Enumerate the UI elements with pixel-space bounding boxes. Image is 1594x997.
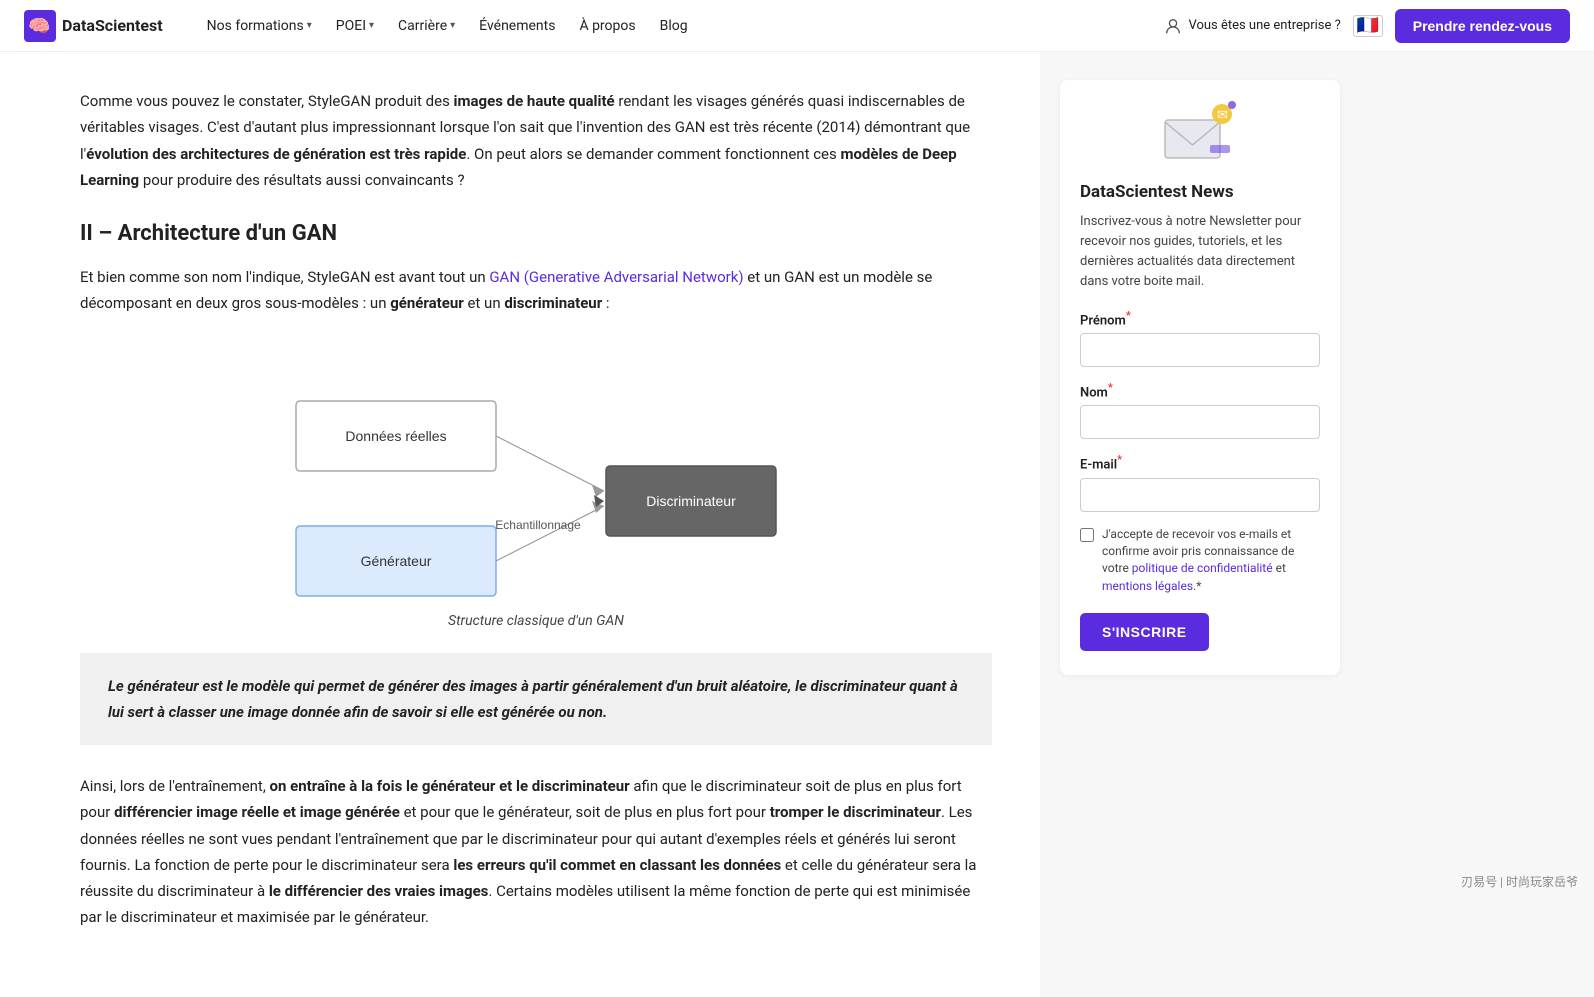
logo-icon: 🧠 bbox=[24, 10, 56, 42]
sidebar: ✉ DataScientest News Inscrivez-vous à no… bbox=[1040, 52, 1360, 997]
newsletter-desc: Inscrivez-vous à notre Newsletter pour r… bbox=[1080, 212, 1320, 293]
intro-paragraph: Comme vous pouvez le constater, StyleGAN… bbox=[80, 88, 992, 193]
content-area: Comme vous pouvez le constater, StyleGAN… bbox=[0, 52, 1594, 997]
cta-button[interactable]: Prendre rendez-vous bbox=[1395, 9, 1570, 43]
main-nav: Nos formations ▾ POEI ▾ Carrière ▾ Événe… bbox=[195, 0, 1165, 52]
logo-text: DataScientest bbox=[62, 16, 163, 35]
quote-block: Le générateur est le modèle qui permet d… bbox=[80, 653, 992, 746]
newsletter-title: DataScientest News bbox=[1080, 182, 1320, 202]
newsletter-icon-row: ✉ bbox=[1080, 100, 1320, 170]
prenom-input[interactable] bbox=[1080, 333, 1320, 367]
body-paragraph-1: Ainsi, lors de l'entraînement, on entraî… bbox=[80, 773, 992, 931]
consent-row: J'accepte de recevoir vos e-mails et con… bbox=[1080, 526, 1320, 596]
chevron-down-icon: ▾ bbox=[450, 20, 455, 31]
nav-carriere[interactable]: Carrière ▾ bbox=[386, 0, 467, 52]
newsletter-card: ✉ DataScientest News Inscrivez-vous à no… bbox=[1060, 80, 1340, 675]
svg-text:🧠: 🧠 bbox=[28, 16, 50, 36]
svg-text:✉: ✉ bbox=[1217, 107, 1228, 122]
diagram-svg: Données réelles Générateur Discriminateu… bbox=[266, 341, 806, 605]
navbar: 🧠 DataScientest Nos formations ▾ POEI ▾ … bbox=[0, 0, 1594, 52]
section-heading: II – Architecture d'un GAN bbox=[80, 221, 992, 246]
language-flag[interactable]: 🇫🇷 bbox=[1353, 15, 1383, 37]
prenom-label: Prénom* bbox=[1080, 309, 1320, 328]
nav-apropos[interactable]: À propos bbox=[567, 0, 647, 52]
nom-label: Nom* bbox=[1080, 381, 1320, 400]
page-wrapper: Comme vous pouvez le constater, StyleGAN… bbox=[0, 52, 1594, 997]
chevron-down-icon: ▾ bbox=[369, 20, 374, 31]
email-input[interactable] bbox=[1080, 478, 1320, 512]
diagram-caption: Structure classique d'un GAN bbox=[448, 613, 624, 629]
section-intro: Et bien comme son nom l'indique, StyleGA… bbox=[80, 264, 992, 317]
consent-checkbox[interactable] bbox=[1080, 528, 1094, 542]
nav-nos-formations[interactable]: Nos formations ▾ bbox=[195, 0, 324, 52]
chevron-down-icon: ▾ bbox=[307, 20, 312, 31]
gan-link[interactable]: GAN (Generative Adversarial Network) bbox=[489, 268, 743, 286]
subscribe-button[interactable]: S'INSCRIRE bbox=[1080, 613, 1209, 651]
enterprise-link[interactable]: Vous êtes une entreprise ? bbox=[1164, 17, 1340, 35]
navbar-right: Vous êtes une entreprise ? 🇫🇷 Prendre re… bbox=[1164, 9, 1570, 43]
email-label: E-mail* bbox=[1080, 453, 1320, 472]
svg-text:Données réelles: Données réelles bbox=[345, 428, 446, 444]
svg-text:Echantillonnage: Echantillonnage bbox=[495, 518, 581, 532]
nom-input[interactable] bbox=[1080, 405, 1320, 439]
svg-text:Discriminateur: Discriminateur bbox=[646, 493, 736, 509]
nav-evenements[interactable]: Événements bbox=[467, 0, 567, 52]
nav-blog[interactable]: Blog bbox=[648, 0, 700, 52]
main-content: Comme vous pouvez le constater, StyleGAN… bbox=[0, 52, 1040, 997]
consent-label: J'accepte de recevoir vos e-mails et con… bbox=[1102, 526, 1320, 596]
diagram-container: Données réelles Générateur Discriminateu… bbox=[80, 341, 992, 629]
newsletter-icon: ✉ bbox=[1160, 100, 1240, 170]
svg-text:Générateur: Générateur bbox=[361, 553, 432, 569]
logo-link[interactable]: 🧠 DataScientest bbox=[24, 10, 163, 42]
nav-poei[interactable]: POEI ▾ bbox=[324, 0, 386, 52]
enterprise-icon bbox=[1164, 17, 1182, 35]
bottom-brand: 刃易号 | 时尚玩家岳爷 bbox=[1461, 873, 1578, 890]
